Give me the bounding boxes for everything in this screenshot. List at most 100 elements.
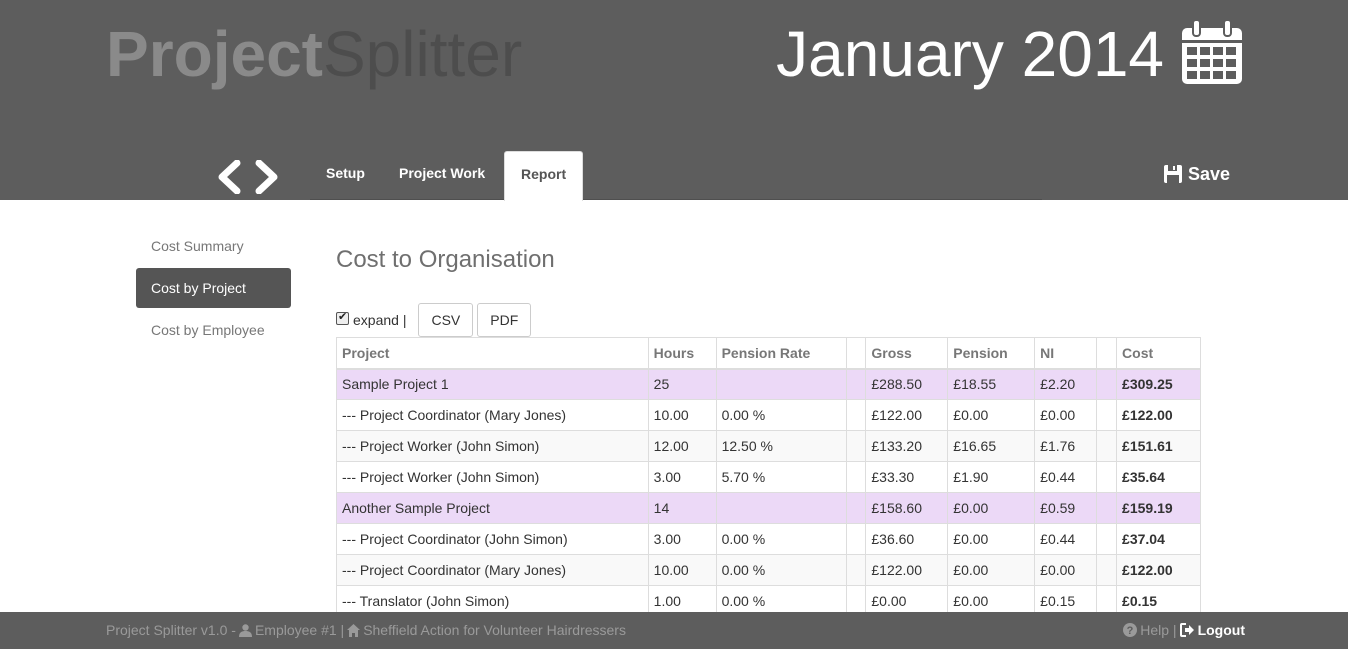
expand-label: expand | — [353, 312, 407, 328]
csv-button[interactable]: CSV — [418, 303, 474, 337]
table-cell — [846, 399, 867, 431]
save-button[interactable]: Save — [1164, 161, 1230, 187]
table-cell: £36.60 — [865, 523, 949, 555]
sidebar-item-cost-by-project[interactable]: Cost by Project — [136, 268, 291, 308]
table-cell: 12.00 — [647, 430, 717, 462]
tab-project-work[interactable]: Project Work — [383, 151, 501, 200]
footer-organisation[interactable]: Sheffield Action for Volunteer Hairdress… — [363, 622, 626, 638]
table-row: --- Project Coordinator (Mary Jones) 10.0… — [336, 554, 1201, 586]
table-row: --- Project Worker (John Simon) 3.00 5.70 … — [336, 461, 1201, 493]
page-title: Cost to Organisation — [336, 246, 555, 273]
col-spacer — [1096, 337, 1118, 370]
table-cell: Sample Project 1 — [336, 368, 649, 400]
main-tabs: Setup Project Work Report — [310, 151, 1042, 201]
calendar-icon[interactable] — [1182, 20, 1242, 84]
col-ni[interactable]: NI — [1034, 337, 1098, 370]
table-cell — [846, 523, 867, 555]
table-cell — [1096, 368, 1118, 400]
table-cell — [846, 368, 867, 400]
table-cell — [1096, 554, 1118, 586]
col-pension-rate[interactable]: Pension Rate — [715, 337, 848, 370]
sidebar-item-cost-by-employee[interactable]: Cost by Employee — [136, 310, 291, 350]
chevron-left-icon[interactable] — [215, 160, 243, 194]
col-project[interactable]: Project — [336, 337, 649, 370]
current-month-title: January 2014 — [776, 18, 1164, 90]
table-cell: 0.00 % — [715, 523, 848, 555]
svg-text:?: ? — [1127, 625, 1134, 637]
table-cell — [846, 554, 867, 586]
table-body: Sample Project 1 25 £288.50 £18.55 £2.20 £309… — [336, 368, 1201, 617]
table-cell: £33.30 — [865, 461, 949, 493]
table-cell: --- Project Worker (John Simon) — [336, 430, 649, 462]
question-circle-icon: ? — [1123, 623, 1138, 637]
user-icon — [238, 623, 252, 637]
floppy-disk-icon — [1164, 165, 1182, 183]
table-cell: £159.19 — [1116, 492, 1201, 524]
table-cell: £18.55 — [947, 368, 1036, 400]
logout-link[interactable]: Logout — [1198, 622, 1245, 638]
sidebar-item-cost-summary[interactable]: Cost Summary — [136, 226, 291, 266]
col-hours[interactable]: Hours — [647, 337, 717, 370]
footer: Project Splitter v1.0 - Employee #1 | Sh… — [0, 612, 1348, 649]
table-row: --- Project Coordinator (Mary Jones) 10.0… — [336, 399, 1201, 431]
table-cell: £0.44 — [1034, 461, 1098, 493]
expand-checkbox[interactable] — [336, 310, 349, 325]
chevron-right-icon[interactable] — [253, 160, 281, 194]
table-cell: 3.00 — [647, 461, 717, 493]
month-navigation — [215, 160, 285, 196]
table-header-row: Project Hours Pension Rate Gross Pension… — [336, 337, 1201, 370]
table-cell: 3.00 — [647, 523, 717, 555]
logout-icon — [1179, 623, 1194, 637]
table-cell — [1096, 523, 1118, 555]
table-cell: £2.20 — [1034, 368, 1098, 400]
table-cell — [1096, 399, 1118, 431]
table-cell: --- Project Coordinator (John Simon) — [336, 523, 649, 555]
table-cell: £0.00 — [947, 554, 1036, 586]
table-cell: 10.00 — [647, 399, 717, 431]
footer-version: Project Splitter v1.0 - — [106, 622, 236, 638]
table-cell: £0.00 — [947, 523, 1036, 555]
app-logo[interactable]: ProjectSplitter — [106, 18, 522, 90]
col-gross[interactable]: Gross — [865, 337, 949, 370]
table-cell: £158.60 — [865, 492, 949, 524]
report-sidebar: Cost Summary Cost by Project Cost by Emp… — [136, 226, 291, 352]
table-cell: 25 — [647, 368, 717, 400]
table-cell: 0.00 % — [715, 399, 848, 431]
table-cell: 14 — [647, 492, 717, 524]
pdf-button[interactable]: PDF — [477, 303, 532, 337]
table-cell: £0.44 — [1034, 523, 1098, 555]
table-cell: --- Project Coordinator (Mary Jones) — [336, 554, 649, 586]
table-cell — [846, 430, 867, 462]
report-toolbar: expand | CSV PDF — [336, 303, 535, 337]
help-link[interactable]: Help | — [1140, 622, 1176, 638]
table-row: --- Project Coordinator (John Simon) 3.00… — [336, 523, 1201, 555]
table-row: --- Project Worker (John Simon) 12.00 12.5… — [336, 430, 1201, 462]
table-cell — [715, 368, 848, 400]
table-cell: 12.50 % — [715, 430, 848, 462]
col-cost[interactable]: Cost — [1116, 337, 1201, 370]
table-cell: £0.00 — [947, 492, 1036, 524]
table-cell: 0.00 % — [715, 554, 848, 586]
table-cell: Another Sample Project — [336, 492, 649, 524]
col-pension[interactable]: Pension — [947, 337, 1036, 370]
table-cell — [715, 492, 848, 524]
table-cell: £35.64 — [1116, 461, 1201, 493]
table-cell: £0.00 — [1034, 399, 1098, 431]
table-cell: 10.00 — [647, 554, 717, 586]
tab-report[interactable]: Report — [504, 151, 584, 201]
table-cell: £122.00 — [1116, 554, 1201, 586]
tab-setup[interactable]: Setup — [310, 151, 381, 200]
table-cell: --- Project Worker (John Simon) — [336, 461, 649, 493]
footer-employee[interactable]: Employee #1 | — [255, 622, 344, 638]
report-content: Cost to Organisation expand | CSV PDF Pr… — [336, 240, 1202, 617]
brand-bold: Project — [106, 18, 323, 90]
footer-actions: ? Help | Logout — [1120, 622, 1245, 638]
table-cell: £16.65 — [947, 430, 1036, 462]
top-header: ProjectSplitter January 2014 Setup Proje… — [0, 0, 1348, 201]
project-row: Sample Project 1 25 £288.50 £18.55 £2.20 £309… — [336, 368, 1201, 400]
footer-info: Project Splitter v1.0 - Employee #1 | Sh… — [106, 622, 626, 638]
table-cell: £122.00 — [865, 399, 949, 431]
table-cell — [846, 492, 867, 524]
col-spacer — [846, 337, 867, 370]
table-cell: 5.70 % — [715, 461, 848, 493]
